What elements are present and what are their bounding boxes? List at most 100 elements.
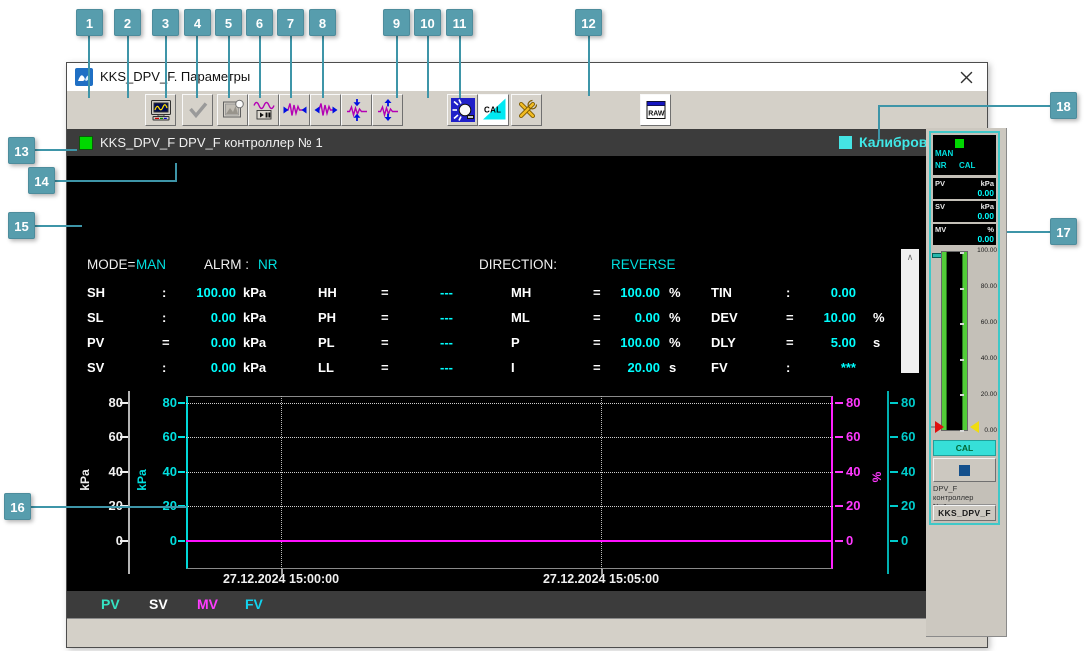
- pv-pointer-icon: [935, 421, 944, 433]
- param-label: DEV: [711, 310, 738, 325]
- toolbar: CAL RAW: [67, 91, 987, 129]
- callout-badge-7: 7: [277, 9, 304, 36]
- param-label: HH: [318, 285, 337, 300]
- callout-line: [878, 105, 880, 139]
- faceplate-tag-button[interactable]: KKS_DPV_F: [933, 505, 996, 521]
- y-tick-mark: [178, 436, 185, 438]
- service-settings-button[interactable]: [511, 94, 542, 126]
- bargraph-tick: [960, 252, 964, 254]
- y-tick-mark: [835, 471, 843, 473]
- gridline-horizontal: [186, 403, 833, 404]
- param-label: DLY: [711, 335, 736, 350]
- bargraph-tick: [960, 358, 964, 361]
- raw-data-button[interactable]: RAW: [640, 94, 671, 126]
- param-unit: kPa: [243, 285, 267, 300]
- gridline-horizontal: [186, 506, 833, 507]
- y-tick-label: 80: [846, 395, 861, 410]
- confirm-button[interactable]: [182, 94, 213, 126]
- param-value[interactable]: ---: [383, 333, 453, 353]
- y-tick-mark: [120, 471, 128, 473]
- callout-badge-18: 18: [1050, 92, 1077, 119]
- param-unit: %: [669, 335, 681, 350]
- faceplate-mv-readout[interactable]: MV % 0.00: [933, 224, 996, 245]
- y-tick-mark: [890, 436, 898, 438]
- bargraph-scale-label: 0.00: [984, 427, 997, 434]
- param-unit: kPa: [243, 335, 267, 350]
- y-tick-label: 60: [162, 429, 177, 444]
- compress-time-axis-button[interactable]: [279, 94, 310, 126]
- y-tick-mark: [835, 436, 843, 438]
- param-unit: kPa: [243, 310, 267, 325]
- param-value[interactable]: 100.00: [166, 283, 236, 303]
- bargraph-tick: [960, 430, 964, 432]
- callout-badge-5: 5: [215, 9, 242, 36]
- calibration-mode-button[interactable]: CAL: [478, 94, 509, 126]
- legend-item-SV[interactable]: SV: [149, 591, 168, 618]
- expand-value-axis-button[interactable]: [372, 94, 403, 126]
- param-value[interactable]: ---: [383, 308, 453, 328]
- faceplate-sv-readout[interactable]: SV kPa 0.00: [933, 201, 996, 222]
- param-value[interactable]: 5.00: [786, 333, 856, 353]
- faceplate-pv-readout[interactable]: PV kPa 0.00: [933, 178, 996, 199]
- image-icon: [222, 99, 244, 118]
- y-tick-mark: [835, 540, 843, 542]
- param-value[interactable]: 0.00: [166, 308, 236, 328]
- status-bar: [67, 618, 987, 646]
- monitor-icon: [150, 100, 171, 121]
- window-titlebar[interactable]: KKS_DPV_F. Параметры: [67, 63, 987, 92]
- trend-plot-area: [186, 396, 833, 569]
- param-value[interactable]: 0.00: [590, 308, 660, 328]
- bargraph-column: [941, 251, 968, 431]
- compress-value-axis-button[interactable]: [341, 94, 372, 126]
- param-label: PL: [318, 335, 335, 350]
- param-label: TIN: [711, 285, 732, 300]
- param-value[interactable]: 0.00: [786, 283, 856, 303]
- axis-line: [887, 391, 889, 574]
- trend-run-pause-button[interactable]: [248, 94, 279, 126]
- callout-line: [878, 105, 1050, 107]
- cal-icon: CAL: [481, 98, 506, 122]
- faceplate-cal-flag: CAL: [959, 161, 976, 170]
- param-value[interactable]: 0.00: [166, 333, 236, 353]
- raw-icon: RAW: [646, 101, 665, 119]
- snapshot-button[interactable]: [217, 94, 248, 126]
- callout-badge-15: 15: [8, 212, 35, 239]
- y-tick-mark: [178, 540, 185, 542]
- y-tick-label: 40: [108, 464, 123, 479]
- scroll-up-icon[interactable]: ∧: [901, 249, 919, 266]
- param-value[interactable]: ---: [383, 283, 453, 303]
- gridline-horizontal: [186, 437, 833, 438]
- check-icon: [188, 102, 207, 119]
- y-tick-label: 60: [108, 429, 123, 444]
- param-label: P: [511, 335, 520, 350]
- close-icon: [960, 71, 972, 83]
- legend-item-PV[interactable]: PV: [101, 591, 120, 618]
- param-unit: s: [873, 335, 881, 350]
- print-screen-button[interactable]: [145, 94, 176, 126]
- faceplate-status-box: MAN NR CAL: [933, 135, 996, 175]
- param-label: SL: [87, 310, 104, 325]
- bargraph-tick: [960, 287, 964, 290]
- parameters-panel: MODE= MAN ALRM : NR DIRECTION: REVERSE ∧…: [67, 156, 927, 466]
- legend-item-FV[interactable]: FV: [245, 591, 263, 618]
- tools-icon: [518, 99, 537, 119]
- alrm-value: NR: [258, 257, 278, 272]
- callout-line: [31, 506, 187, 508]
- axis-unit-label: kPa: [78, 469, 92, 491]
- close-button[interactable]: [951, 64, 981, 90]
- param-value[interactable]: 100.00: [590, 283, 660, 303]
- callout-badge-2: 2: [114, 9, 141, 36]
- param-value[interactable]: 100.00: [590, 333, 660, 353]
- param-value[interactable]: 10.00: [786, 308, 856, 328]
- legend-item-MV[interactable]: MV: [197, 591, 218, 618]
- faceplate-cal-button[interactable]: CAL: [933, 440, 996, 456]
- alarm-indication-button[interactable]: [447, 94, 478, 126]
- wave-expand-h-icon: [314, 103, 337, 117]
- faceplate-stop-button[interactable]: [933, 458, 996, 482]
- callout-line: [55, 180, 176, 182]
- expand-time-axis-button[interactable]: [310, 94, 341, 126]
- param-label: PV: [87, 335, 105, 350]
- mode-value: MAN: [136, 257, 166, 272]
- screenshot-canvas: KKS_DPV_F. Параметры CAL RAW KKS_DPV_F DP…: [0, 0, 1089, 651]
- parameters-window: KKS_DPV_F. Параметры CAL RAW KKS_DPV_F DP…: [66, 62, 988, 648]
